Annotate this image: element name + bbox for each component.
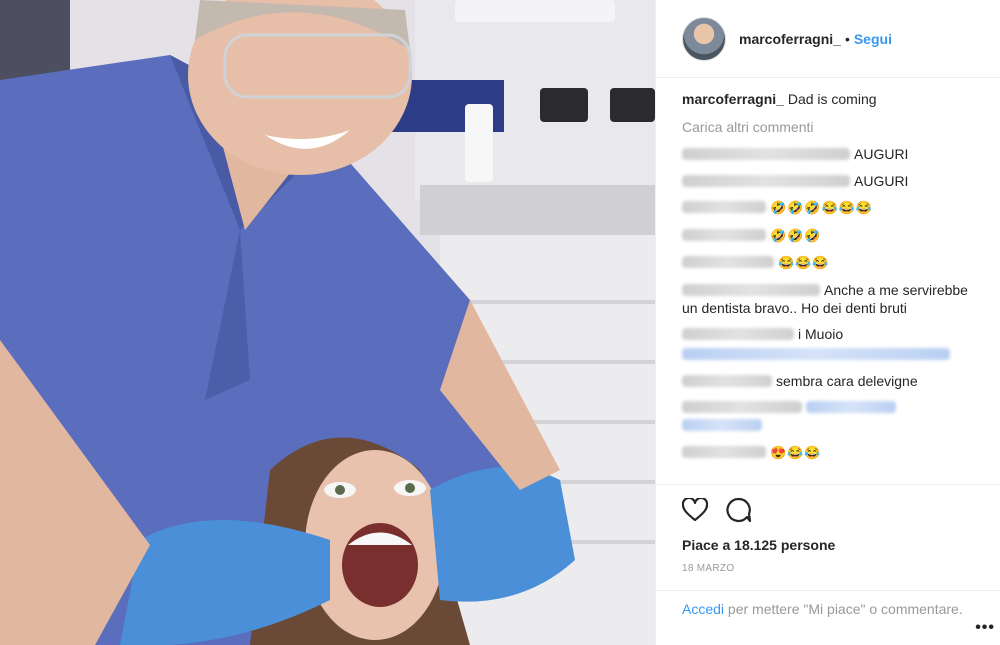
comment-text: AUGURI	[854, 172, 909, 189]
action-icons	[682, 495, 975, 525]
comment-item: sembra cara delevigne	[682, 372, 982, 390]
avatar[interactable]	[682, 16, 726, 61]
comment-text: i Muoio	[798, 326, 844, 342]
load-more-comments-button[interactable]: Carica altri commenti	[682, 118, 982, 136]
comment-item: i Muoio	[682, 325, 982, 343]
comment-username-blurred[interactable]	[682, 328, 794, 340]
login-prompt: Accedi per mettere "Mi piace" o commenta…	[656, 590, 1000, 645]
comment-username-blurred[interactable]	[682, 283, 820, 296]
login-link[interactable]: Accedi	[682, 601, 724, 617]
comment-username-blurred[interactable]	[682, 228, 766, 241]
heart-icon[interactable]	[682, 498, 708, 522]
comment-mention-blurred	[682, 345, 982, 363]
comment-text: 😂😂😂	[778, 255, 830, 270]
comment-mentions-blurred[interactable]	[806, 401, 896, 413]
comment-text: 🤣🤣🤣😂😂😂	[770, 200, 874, 215]
username-link[interactable]: marcoferragni_	[739, 31, 841, 47]
comment-username-blurred[interactable]	[682, 256, 774, 268]
comment-bubble-icon[interactable]	[726, 497, 752, 523]
caption-text: Dad is coming	[787, 91, 877, 107]
photo-illustration	[0, 0, 655, 645]
post-date: 18 MARZO	[682, 563, 735, 574]
post-side-panel: marcoferragni_ • Segui marcoferragni_ Da…	[655, 0, 1000, 645]
comment-item: AUGURI	[682, 172, 982, 190]
comment-item: 😍😂😂	[682, 443, 982, 462]
more-options-icon[interactable]: •••	[975, 617, 995, 638]
comment-username-blurred[interactable]	[682, 445, 766, 458]
likes-count[interactable]: Piace a 18.125 persone	[682, 537, 975, 553]
comment-username-blurred[interactable]	[682, 401, 802, 413]
caption-username[interactable]: marcoferragni_	[682, 91, 784, 107]
post-actions: Piace a 18.125 persone 18 MARZO	[656, 484, 1000, 574]
post-photo[interactable]	[0, 0, 655, 645]
comment-text: AUGURI	[854, 146, 909, 162]
comment-text: 🤣🤣🤣	[770, 227, 822, 243]
separator-dot: •	[844, 30, 850, 47]
comment-item: 😂😂😂	[682, 253, 982, 272]
comment-item	[682, 398, 982, 434]
comment-mentions-blurred[interactable]	[682, 419, 762, 431]
comment-item: Anche a me servirebbe un dentista bravo.…	[682, 281, 982, 317]
caption: marcoferragni_ Dad is coming	[682, 90, 982, 108]
comment-item: AUGURI	[682, 145, 982, 163]
comment-item: 🤣🤣🤣😂😂😂	[682, 198, 982, 217]
comment-item: 🤣🤣🤣	[682, 226, 982, 245]
comment-username-blurred[interactable]	[682, 374, 772, 387]
comment-text: sembra cara delevigne	[776, 372, 918, 389]
comment-mentions-blurred[interactable]	[682, 348, 950, 360]
comment-username-blurred[interactable]	[682, 174, 850, 187]
comment-username-blurred[interactable]	[682, 201, 766, 213]
login-prompt-text: per mettere "Mi piace" o commentare.	[724, 601, 963, 617]
follow-button[interactable]: Segui	[854, 31, 892, 47]
comment-username-blurred[interactable]	[682, 148, 850, 160]
comments-list: marcoferragni_ Dad is coming Carica altr…	[682, 90, 982, 470]
comment-text: 😍😂😂	[770, 444, 822, 460]
post-header: marcoferragni_ • Segui	[656, 0, 1000, 78]
instagram-post: marcoferragni_ • Segui marcoferragni_ Da…	[0, 0, 1000, 645]
